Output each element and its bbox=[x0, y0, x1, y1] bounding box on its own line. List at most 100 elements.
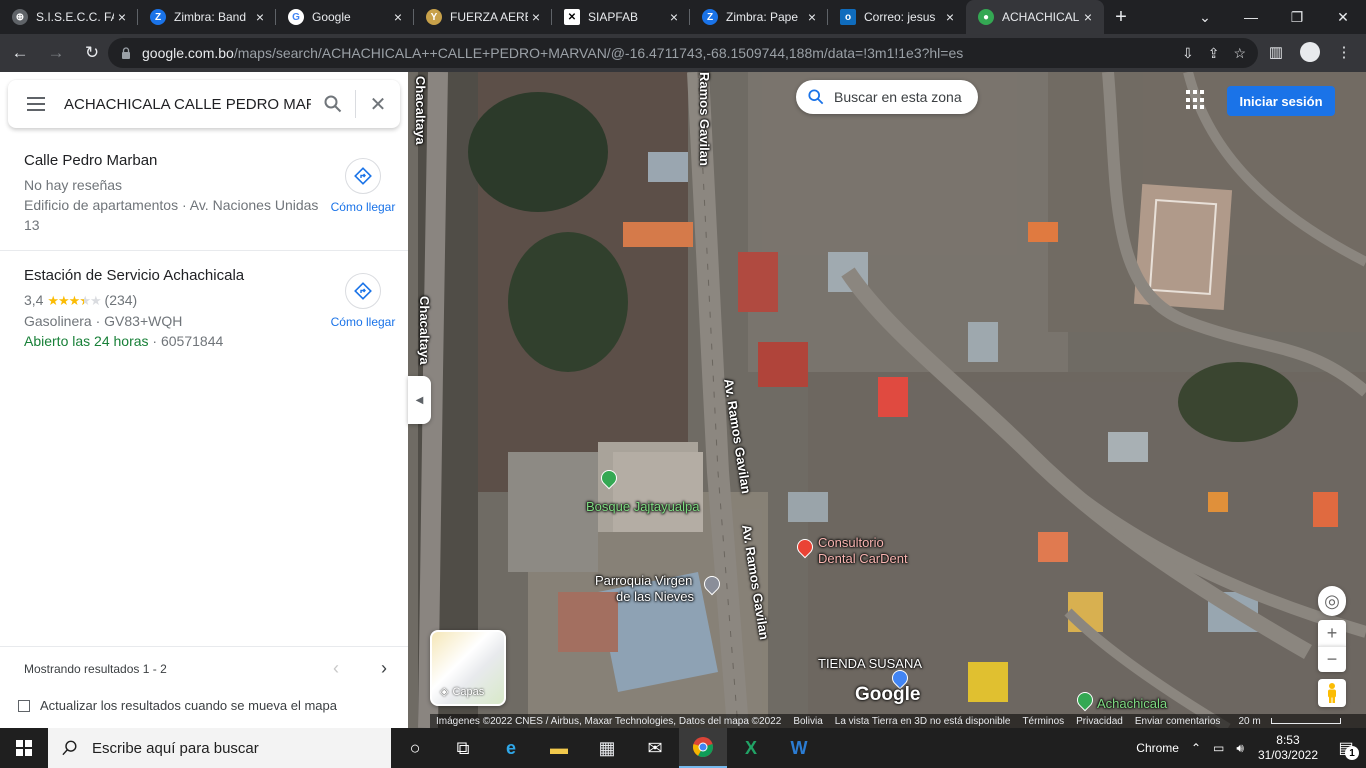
review-count[interactable]: (234) bbox=[105, 292, 138, 308]
store-icon[interactable]: ▦ bbox=[583, 728, 631, 768]
browser-tab[interactable]: Z Zimbra: Band × bbox=[138, 0, 276, 34]
tab-title: SIAPFAB bbox=[588, 10, 639, 24]
place-label[interactable]: TIENDA SUSANA bbox=[818, 656, 922, 671]
tab-title: Correo: jesus bbox=[864, 10, 936, 24]
directions-label: Cómo llegar bbox=[330, 315, 396, 329]
tray-app-label[interactable]: Chrome bbox=[1130, 741, 1185, 755]
browser-tab-active[interactable]: ● ACHACHICAL × bbox=[966, 0, 1104, 34]
result-item[interactable]: Calle Pedro Marban No hay reseñas Edific… bbox=[0, 152, 408, 235]
result-divider bbox=[0, 250, 408, 251]
browser-tab[interactable]: G Google × bbox=[276, 0, 414, 34]
tab-close-icon[interactable]: × bbox=[528, 9, 544, 25]
search-icon[interactable] bbox=[311, 84, 355, 124]
minimize-icon[interactable]: — bbox=[1228, 0, 1274, 34]
sign-in-button[interactable]: Iniciar sesión bbox=[1227, 86, 1335, 116]
my-location-icon[interactable]: ◎ bbox=[1318, 586, 1346, 616]
place-label[interactable]: de las Nieves bbox=[616, 589, 694, 604]
collapse-panel-button[interactable]: ◀ bbox=[408, 376, 431, 424]
file-explorer-icon[interactable]: ▬ bbox=[535, 728, 583, 768]
google-apps-icon[interactable] bbox=[1186, 90, 1206, 110]
search-input[interactable]: ACHACHICALA CALLE PEDRO MARVAN bbox=[64, 96, 311, 113]
tab-close-icon[interactable]: × bbox=[942, 9, 958, 25]
excel-icon[interactable]: X bbox=[727, 728, 775, 768]
satellite-imagery bbox=[408, 72, 1366, 728]
volume-icon[interactable]: 🔊︎ bbox=[1230, 741, 1250, 756]
place-label[interactable]: Parroquia Virgen bbox=[595, 573, 692, 588]
restore-icon[interactable]: ❐ bbox=[1274, 0, 1320, 34]
mail-icon[interactable]: ✉ bbox=[631, 728, 679, 768]
side-panel-icon[interactable]: ▥ bbox=[1262, 38, 1290, 66]
earth-3d-notice: La vista Tierra en 3D no está disponible bbox=[834, 715, 1011, 727]
menu-icon[interactable] bbox=[8, 97, 64, 111]
back-icon[interactable]: ← bbox=[4, 37, 36, 69]
clear-search-icon[interactable]: ✕ bbox=[356, 84, 400, 124]
layers-icon: ◈ bbox=[440, 686, 449, 698]
scale-bar[interactable]: 20 m bbox=[1226, 716, 1346, 727]
notification-center-icon[interactable]: ▤ 1 bbox=[1326, 728, 1366, 768]
street-view-pegman-icon[interactable] bbox=[1318, 679, 1346, 707]
word-icon[interactable]: W bbox=[775, 728, 823, 768]
satellite-map[interactable] bbox=[408, 72, 1366, 728]
share-icon[interactable]: ⇪ bbox=[1208, 45, 1220, 62]
notification-badge: 1 bbox=[1345, 746, 1359, 760]
place-label[interactable]: Dental CarDent bbox=[818, 551, 908, 566]
terms-link[interactable]: Términos bbox=[1016, 716, 1070, 727]
tab-close-icon[interactable]: × bbox=[804, 9, 820, 25]
bookmark-star-icon[interactable]: ☆ bbox=[1233, 45, 1246, 62]
edge-icon[interactable]: e bbox=[487, 728, 535, 768]
cortana-icon[interactable]: ○ bbox=[391, 728, 439, 768]
place-label[interactable]: Consultorio bbox=[818, 535, 884, 550]
chrome-taskbar-icon[interactable] bbox=[679, 728, 727, 768]
siapfab-icon: ✕ bbox=[564, 9, 580, 25]
windows-logo-icon bbox=[16, 740, 32, 756]
browser-tab[interactable]: Z Zimbra: Pape × bbox=[690, 0, 828, 34]
prev-page-icon[interactable]: ‹ bbox=[312, 658, 360, 679]
browser-tab[interactable]: ⊕ S.I.S.E.C.C. FA × bbox=[0, 0, 138, 34]
clock[interactable]: 8:53 31/03/2022 bbox=[1250, 733, 1326, 763]
browser-tab[interactable]: ✕ SIAPFAB × bbox=[552, 0, 690, 34]
place-label[interactable]: Bosque Jajtayualpa bbox=[586, 499, 699, 514]
browser-tab[interactable]: o Correo: jesus × bbox=[828, 0, 966, 34]
forward-icon[interactable]: → bbox=[40, 37, 72, 69]
tab-close-icon[interactable]: × bbox=[252, 9, 268, 25]
zoom-out-icon[interactable]: − bbox=[1318, 646, 1346, 672]
map-attribution: Imágenes ©2022 CNES / Airbus, Maxar Tech… bbox=[430, 714, 1366, 728]
search-this-area-button[interactable]: Buscar en esta zona bbox=[796, 80, 978, 114]
emblem-icon: Y bbox=[426, 9, 442, 25]
result-item[interactable]: Estación de Servicio Achachicala 3,4 ★★★… bbox=[0, 267, 408, 351]
network-icon[interactable]: ▭ bbox=[1207, 741, 1230, 755]
close-window-icon[interactable]: ✕ bbox=[1320, 0, 1366, 34]
tab-search-icon[interactable]: ⌄ bbox=[1182, 0, 1228, 34]
taskbar-search[interactable]: Escribe aquí para buscar bbox=[48, 728, 391, 768]
start-button[interactable] bbox=[0, 728, 48, 768]
directions-icon bbox=[345, 273, 381, 309]
next-page-icon[interactable]: › bbox=[360, 658, 408, 679]
install-icon[interactable]: ⇩ bbox=[1182, 45, 1194, 62]
directions-button[interactable]: Cómo llegar bbox=[330, 273, 396, 329]
tab-close-icon[interactable]: × bbox=[666, 9, 682, 25]
directions-button[interactable]: Cómo llegar bbox=[330, 158, 396, 214]
results-count: Mostrando resultados 1 - 2 bbox=[24, 661, 167, 676]
place-label[interactable]: Achachicala bbox=[1097, 696, 1167, 711]
tab-close-icon[interactable]: × bbox=[1080, 9, 1096, 25]
profile-avatar[interactable] bbox=[1296, 38, 1324, 66]
tab-close-icon[interactable]: × bbox=[390, 9, 406, 25]
menu-dots-icon[interactable]: ⋮ bbox=[1330, 38, 1358, 66]
rating-value: 3,4 bbox=[24, 292, 44, 308]
new-tab-button[interactable]: + bbox=[1104, 0, 1138, 34]
task-view-icon[interactable]: ⧉ bbox=[439, 728, 487, 768]
privacy-link[interactable]: Privacidad bbox=[1070, 716, 1129, 727]
feedback-link[interactable]: Enviar comentarios bbox=[1129, 716, 1227, 727]
zoom-in-icon[interactable]: + bbox=[1318, 620, 1346, 646]
reload-icon[interactable]: ↻ bbox=[76, 37, 108, 69]
toolbar-right: ▥ ⋮ bbox=[1262, 38, 1358, 66]
layers-toggle[interactable]: ◈ Capas bbox=[430, 630, 506, 706]
chevron-up-icon[interactable]: ⌃ bbox=[1185, 741, 1207, 755]
result-hours: Abierto las 24 horas · 60571844 bbox=[24, 333, 224, 349]
address-bar[interactable]: google.com.bo/maps/search/ACHACHICALA++C… bbox=[108, 38, 1258, 68]
update-on-move[interactable]: Actualizar los resultados cuando se muev… bbox=[18, 698, 337, 713]
update-checkbox[interactable] bbox=[18, 699, 30, 712]
search-icon bbox=[808, 89, 824, 105]
browser-tab[interactable]: Y FUERZA AERE × bbox=[414, 0, 552, 34]
tab-close-icon[interactable]: × bbox=[114, 9, 130, 25]
